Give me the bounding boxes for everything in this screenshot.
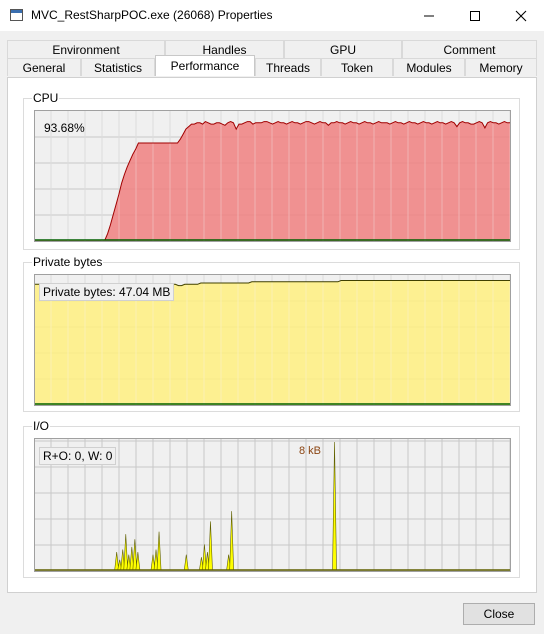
close-button[interactable]: Close <box>463 603 535 625</box>
tab-performance[interactable]: Performance <box>155 55 255 76</box>
io-group-label: I/O <box>32 419 51 433</box>
tab-general[interactable]: General <box>7 58 81 76</box>
io-value-label: R+O: 0, W: 0 <box>39 447 117 465</box>
maximize-button[interactable] <box>452 0 498 31</box>
tab-memory[interactable]: Memory <box>465 58 537 76</box>
close-window-button[interactable] <box>498 0 544 31</box>
io-graph: R+O: 0, W: 0 8 kB <box>34 438 511 572</box>
tab-modules[interactable]: Modules <box>393 58 465 76</box>
maximize-icon <box>470 10 480 21</box>
private-bytes-group-label: Private bytes <box>32 255 104 269</box>
private-bytes-graph: Private bytes: 47.04 MB <box>34 274 511 406</box>
cpu-group-label: CPU <box>32 91 60 105</box>
app-window-icon <box>10 9 23 21</box>
tab-gpu[interactable]: GPU <box>284 40 402 58</box>
title-bar: MVC_RestSharpPOC.exe (26068) Properties <box>0 0 544 31</box>
tab-comment[interactable]: Comment <box>402 40 537 58</box>
window-title: MVC_RestSharpPOC.exe (26068) Properties <box>31 8 273 22</box>
cpu-graph: 93.68% <box>34 110 511 242</box>
tab-strip: Environment Handles GPU Comment General … <box>7 40 537 78</box>
tab-threads[interactable]: Threads <box>255 58 321 76</box>
minimize-button[interactable] <box>406 0 452 31</box>
private-bytes-value-label: Private bytes: 47.04 MB <box>39 283 175 301</box>
tab-statistics[interactable]: Statistics <box>81 58 155 76</box>
close-icon <box>515 10 527 21</box>
cpu-value-label: 93.68% <box>44 121 85 135</box>
io-peak-label: 8 kB <box>299 445 322 457</box>
tab-token[interactable]: Token <box>321 58 393 76</box>
minimize-icon <box>424 15 434 16</box>
tab-environment[interactable]: Environment <box>7 40 165 58</box>
